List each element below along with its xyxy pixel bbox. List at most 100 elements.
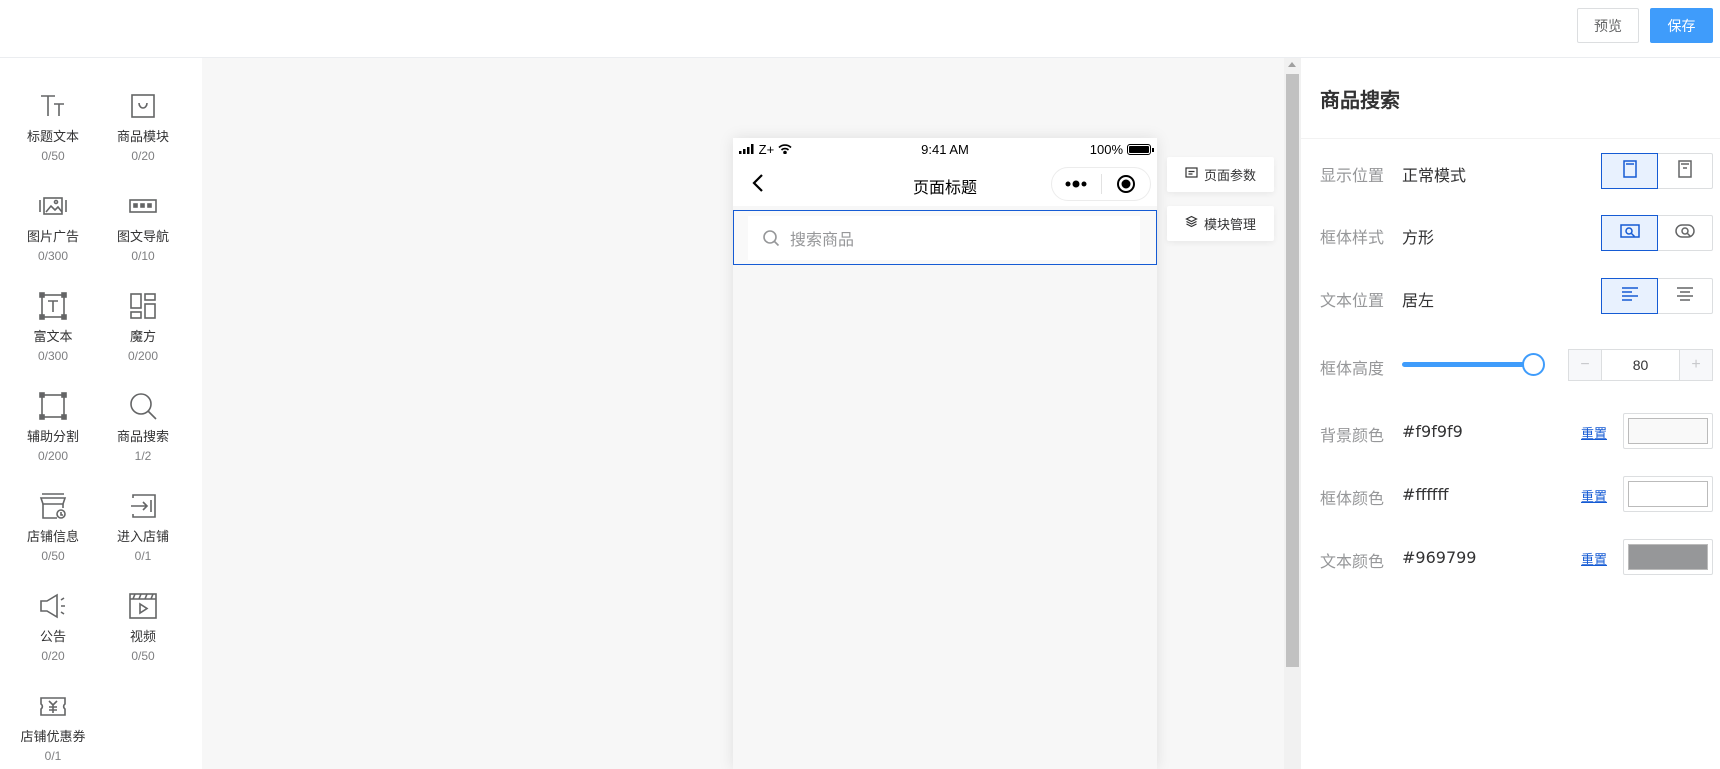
sticky-mode-option[interactable]	[1657, 154, 1712, 188]
settings-divider	[1301, 138, 1720, 139]
decrement-button[interactable]: −	[1569, 350, 1601, 380]
layers-icon	[1185, 215, 1198, 232]
phone-nav-bar: 页面标题	[733, 160, 1157, 206]
box-color-swatch	[1628, 481, 1708, 507]
square-style-option[interactable]	[1601, 215, 1658, 251]
component-name: 商品模块	[116, 130, 169, 145]
box-style-row: 框体样式 方形	[1320, 215, 1713, 251]
module-manage-button[interactable]: 模块管理	[1167, 206, 1274, 241]
align-center-option[interactable]	[1657, 279, 1712, 313]
display-position-value: 正常模式	[1402, 166, 1467, 185]
phone-preview: Z+ 9:41 AM 100% 页面标题 搜索商品	[733, 138, 1157, 769]
component-name: 图文导航	[116, 230, 169, 245]
component-enter-store[interactable]: 进入店铺 0/1	[98, 458, 188, 563]
cube-layout-icon	[126, 290, 160, 322]
component-count: 0/50	[131, 649, 155, 663]
mini-program-capsule	[1051, 167, 1151, 201]
box-height-stepper: − 80 +	[1568, 349, 1713, 381]
search-placeholder: 搜索商品	[790, 230, 855, 249]
box-style-toggle	[1601, 215, 1713, 251]
bg-color-label: 背景颜色	[1320, 426, 1385, 445]
component-name: 视频	[129, 630, 156, 645]
component-divider[interactable]: 辅助分割 0/200	[8, 358, 98, 463]
more-dots-icon[interactable]	[1052, 168, 1101, 200]
display-position-toggle	[1601, 153, 1713, 189]
save-button[interactable]: 保存	[1650, 8, 1713, 43]
search-icon	[126, 390, 160, 422]
slider-handle[interactable]	[1522, 353, 1545, 376]
bg-color-picker[interactable]	[1623, 413, 1713, 449]
bg-color-swatch	[1628, 418, 1708, 444]
text-color-label: 文本颜色	[1320, 552, 1385, 571]
component-name: 公告	[39, 630, 66, 645]
box-color-value: #ffffff	[1402, 485, 1449, 504]
component-goods-search[interactable]: 商品搜索 1/2	[98, 358, 188, 463]
component-image-ad[interactable]: 图片广告 0/300	[8, 158, 98, 263]
preview-button[interactable]: 预览	[1577, 8, 1639, 43]
box-height-input[interactable]: 80	[1601, 350, 1680, 380]
coupon-icon	[36, 690, 70, 722]
box-height-slider[interactable]	[1402, 353, 1545, 376]
box-color-picker[interactable]	[1623, 476, 1713, 512]
component-rich-text[interactable]: 富文本 0/300	[8, 258, 98, 363]
search-box-preview: 搜索商品	[748, 216, 1140, 260]
component-name: 富文本	[33, 330, 73, 345]
editor-canvas: Z+ 9:41 AM 100% 页面标题 搜索商品 页面参数 模块管理	[202, 58, 1284, 769]
component-image-nav[interactable]: 图文导航 0/10	[98, 158, 188, 263]
round-style-option[interactable]	[1657, 216, 1712, 250]
box-color-label: 框体颜色	[1320, 489, 1385, 508]
title-text-icon	[36, 90, 70, 122]
text-color-row: 文本颜色 #969799 重置	[1320, 539, 1713, 575]
text-position-value: 居左	[1402, 291, 1435, 310]
align-left-option[interactable]	[1601, 278, 1658, 314]
scroll-up-arrow-icon[interactable]	[1288, 62, 1296, 67]
page-params-label: 页面参数	[1203, 169, 1256, 184]
search-component-block[interactable]: 搜索商品	[733, 210, 1157, 265]
scrollbar-thumb[interactable]	[1286, 74, 1299, 667]
bg-color-reset-link[interactable]: 重置	[1581, 423, 1607, 442]
status-battery: 100%	[1089, 142, 1154, 157]
align-left-icon	[1620, 284, 1640, 309]
status-bar: Z+ 9:41 AM 100%	[733, 138, 1157, 160]
component-name: 店铺信息	[26, 530, 79, 545]
close-target-icon[interactable]	[1102, 168, 1151, 200]
box-color-row: 框体颜色 #ffffff 重置	[1320, 476, 1713, 512]
settings-panel: 商品搜索 显示位置 正常模式 框体样式 方形 文本位置 居左 框体高度 − 80…	[1301, 58, 1720, 769]
component-store-coupon[interactable]: 店铺优惠券 0/1	[8, 658, 98, 763]
component-name: 图片广告	[26, 230, 79, 245]
divider-icon	[36, 390, 70, 422]
display-position-label: 显示位置	[1320, 166, 1385, 185]
component-name: 辅助分割	[26, 430, 79, 445]
megaphone-icon	[36, 590, 70, 622]
text-color-value: #969799	[1402, 548, 1477, 567]
canvas-scrollbar[interactable]	[1284, 58, 1301, 769]
align-center-icon	[1675, 284, 1695, 309]
increment-button[interactable]: +	[1680, 350, 1712, 380]
normal-mode-icon	[1620, 159, 1640, 184]
box-height-row: 框体高度 − 80 +	[1320, 346, 1713, 382]
component-goods-module[interactable]: 商品模块 0/20	[98, 58, 188, 163]
square-search-icon	[1619, 221, 1640, 246]
text-color-reset-link[interactable]: 重置	[1581, 549, 1607, 568]
component-name: 标题文本	[26, 130, 79, 145]
bg-color-value: #f9f9f9	[1402, 422, 1463, 441]
battery-percent: 100%	[1089, 142, 1123, 157]
text-color-picker[interactable]	[1623, 539, 1713, 575]
normal-mode-option[interactable]	[1601, 153, 1658, 189]
settings-title: 商品搜索	[1320, 88, 1400, 112]
component-title-text[interactable]: 标题文本 0/50	[8, 58, 98, 163]
battery-icon	[1127, 144, 1154, 155]
component-video[interactable]: 视频 0/50	[98, 558, 188, 663]
text-position-toggle	[1601, 278, 1713, 314]
component-store-info[interactable]: 店铺信息 0/50	[8, 458, 98, 563]
page-params-button[interactable]: 页面参数	[1167, 157, 1274, 192]
box-color-reset-link[interactable]: 重置	[1581, 486, 1607, 505]
store-icon	[36, 490, 70, 522]
module-manage-label: 模块管理	[1203, 218, 1256, 233]
box-height-label: 框体高度	[1320, 359, 1385, 378]
box-style-value: 方形	[1402, 228, 1435, 247]
component-notice[interactable]: 公告 0/20	[8, 558, 98, 663]
component-name: 进入店铺	[116, 530, 169, 545]
component-magic-cube[interactable]: 魔方 0/200	[98, 258, 188, 363]
component-name: 魔方	[129, 330, 156, 345]
